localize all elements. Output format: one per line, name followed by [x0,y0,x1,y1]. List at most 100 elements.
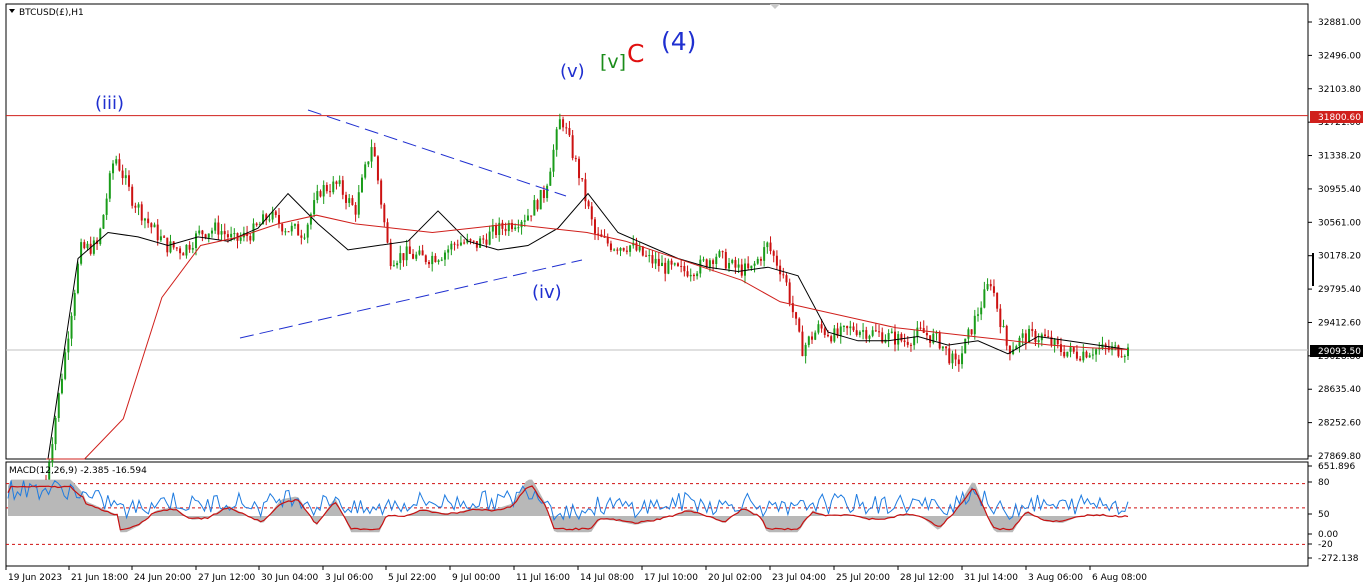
dropdown-triangle-icon[interactable] [9,9,15,13]
candle-body [906,341,909,345]
candle-body [284,231,287,233]
price-tick-label: 29795.40 [1318,285,1361,295]
time-tick-label: 9 Jul 00:00 [452,573,501,583]
candle-body [996,292,999,309]
candle-body [909,344,912,346]
wave-label: (iv) [532,282,562,303]
candle-body [731,260,734,263]
candle-body [207,233,210,238]
candle-body [542,190,545,199]
candle-body [319,191,322,197]
candle-body [488,231,491,245]
ma-fast-line [47,192,1129,460]
candle-body [76,263,79,293]
candle-body [894,331,897,345]
candle-body [89,243,92,254]
candle-body [999,308,1002,328]
candle-body [198,230,201,234]
time-tick-label: 11 Jul 16:00 [516,573,570,583]
panel-frames [5,3,1309,567]
candle-body [807,336,810,345]
candle-body [635,242,638,251]
candle-body [341,180,344,195]
candle-body [86,243,89,249]
candle-body [268,219,271,221]
candle-body [1069,347,1072,352]
candle-body [945,346,948,349]
candle-body [961,353,964,365]
candle-body [536,200,539,210]
candle-body [1075,351,1078,359]
macd-tick-label: 50 [1318,510,1330,520]
candle-body [916,327,919,337]
candle-body [102,214,105,229]
candle-body [214,222,217,231]
candle-body [1095,349,1098,355]
price-scale-handle[interactable] [1312,253,1314,286]
candle-body [964,338,967,354]
candle-body [546,185,549,199]
candle-body [1072,347,1075,352]
time-tick-label: 3 Jul 06:00 [325,573,374,583]
candle-body [147,218,150,224]
time-tick-label: 20 Jul 02:00 [708,573,762,583]
candle-body [721,251,724,253]
candle-body [1047,336,1050,338]
candle-body [501,222,504,229]
macd-label: MACD(12,26,9) -2.385 -16.594 [9,466,147,476]
candle-body [830,336,833,342]
candle-body [676,263,679,266]
candle-body [667,260,670,274]
candle-body [795,312,798,319]
ma-slow-line [46,214,1129,460]
candle-body [1114,345,1117,347]
candle-body [1063,351,1066,357]
candle-body [747,263,750,269]
candle-body [479,238,482,248]
time-tick-label: 21 Jun 18:00 [71,573,128,583]
candle-body [226,234,229,238]
candle-body [233,233,236,235]
candle-body [740,264,743,276]
candle-body [1053,339,1056,346]
time-tick-label: 5 Jul 22:00 [388,573,437,583]
candle-body [201,230,204,235]
candle-body [715,256,718,265]
candle-body [523,220,526,222]
candle-body [163,236,166,238]
candle-body [469,239,472,241]
candle-body [849,326,852,329]
candle-body [862,330,865,332]
candle-body [520,221,523,228]
candle-body [954,353,957,360]
candle-body [558,119,561,130]
candle-body [80,242,83,264]
candle-body [798,318,801,332]
candle-body [664,262,667,274]
candle-body [724,251,727,269]
candle-body [51,444,54,463]
candle-body [1117,345,1120,357]
candle-body [108,173,111,199]
scroll-marker-icon[interactable] [770,4,780,9]
candle-body [1056,339,1059,345]
candle-body [485,239,488,245]
candle-body [743,263,746,276]
candle-body [140,204,143,221]
candle-body [383,204,386,223]
candle-body [852,326,855,331]
candle-body [281,223,284,232]
candle-body [552,149,555,172]
candle-body [980,307,983,315]
candle-body [440,259,443,261]
candle-body [360,177,363,193]
candle-body [357,192,360,215]
price-tick-label: 28635.40 [1318,385,1361,395]
price-tick-label: 31338.20 [1318,152,1361,162]
candle-body [453,243,456,245]
candle-body [970,329,973,335]
price-tick-label: 28252.60 [1318,419,1361,429]
candles [45,113,1129,484]
candle-body [143,218,146,221]
candle-body [613,249,616,251]
